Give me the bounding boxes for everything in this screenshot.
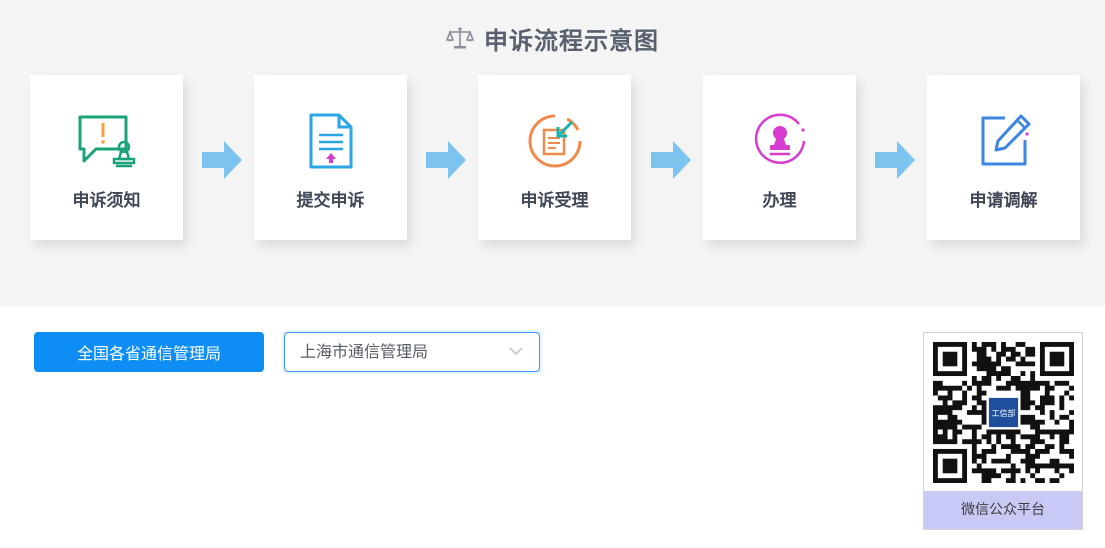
document-upload-icon <box>309 113 352 169</box>
page-title: 申诉流程示意图 <box>484 26 659 55</box>
process-title: 申诉流程示意图 <box>0 18 1105 58</box>
qr-code-image: 工信部 <box>933 342 1074 483</box>
region-select-value: 上海市通信管理局 <box>300 342 429 361</box>
region-select[interactable]: 上海市通信管理局 <box>284 332 540 372</box>
step-label: 申诉须知 <box>72 191 141 211</box>
step-label: 申请调解 <box>969 191 1038 211</box>
step-card-accept[interactable]: 申诉受理 <box>478 75 631 240</box>
step-label: 提交申诉 <box>296 191 365 211</box>
step-label: 办理 <box>762 191 797 211</box>
arrow-right-icon <box>875 141 915 179</box>
scales-icon <box>446 27 474 49</box>
arrow-right-icon <box>651 141 691 179</box>
accept-document-icon <box>528 114 581 168</box>
nationwide-authorities-button[interactable]: 全国各省通信管理局 <box>34 332 264 372</box>
step-card-submit[interactable]: 提交申诉 <box>254 75 407 240</box>
qr-logo-text: 工信部 <box>992 408 1016 418</box>
edit-icon <box>981 114 1030 166</box>
chevron-down-icon <box>509 347 523 355</box>
step-card-notice[interactable]: 申诉须知 <box>30 75 183 240</box>
step-label: 申诉受理 <box>520 191 589 211</box>
process-section: 申诉流程示意图 申诉须知 提交申诉 申诉受理 办理 申请调解 <box>0 0 1105 306</box>
arrow-right-icon <box>202 141 242 179</box>
step-card-handle[interactable]: 办理 <box>703 75 856 240</box>
notice-chat-icon <box>78 115 135 168</box>
wechat-qr-panel: 工信部 微信公众平台 <box>923 332 1083 530</box>
stamp-icon <box>754 113 805 165</box>
arrow-right-icon <box>426 141 466 179</box>
step-card-mediation[interactable]: 申请调解 <box>927 75 1080 240</box>
qr-caption: 微信公众平台 <box>924 491 1082 529</box>
